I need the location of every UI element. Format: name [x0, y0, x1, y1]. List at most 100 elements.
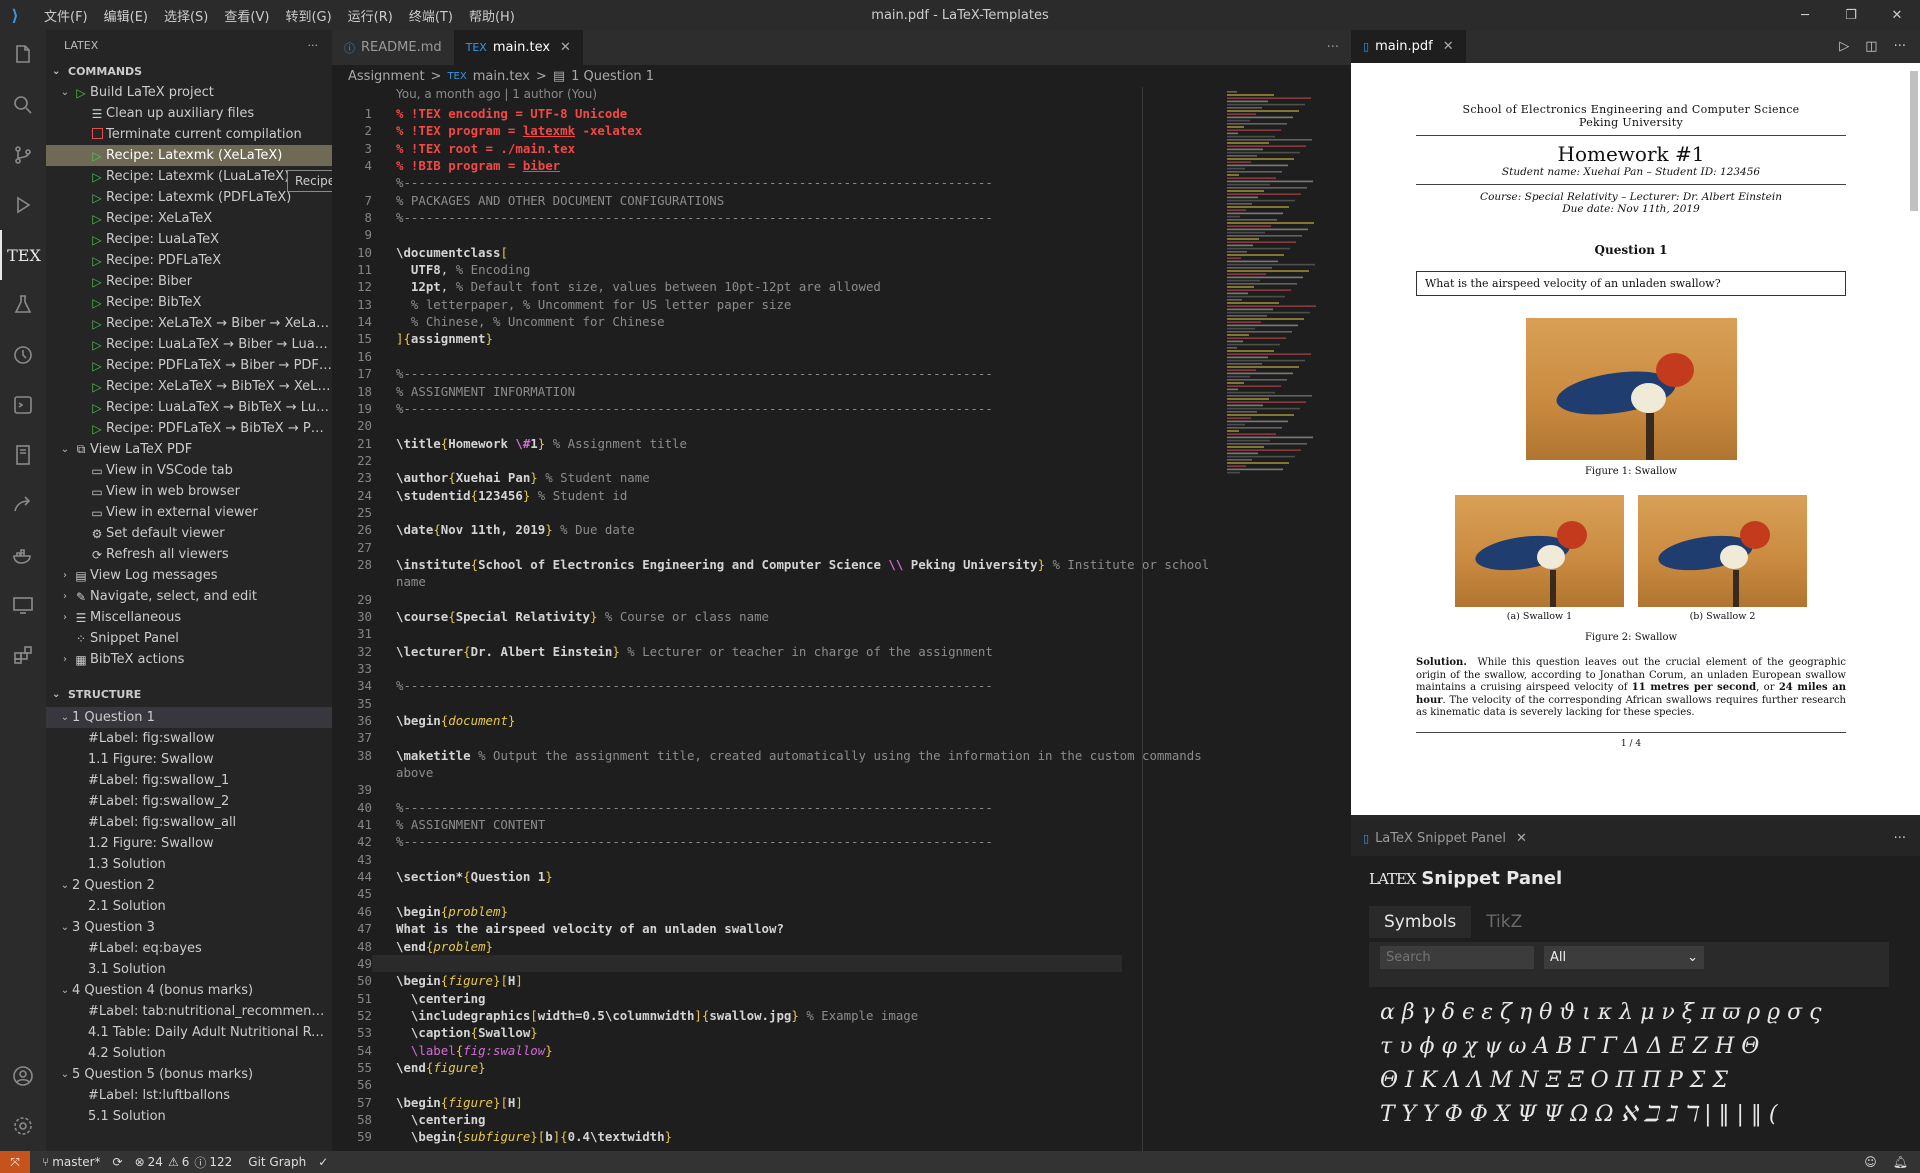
remote-explorer-icon[interactable] [0, 380, 46, 430]
code-line[interactable]: 29 [332, 591, 1351, 608]
build-item[interactable]: ▷ Recipe: Latexmk (XeLaTeX) [46, 145, 332, 166]
code-line[interactable]: 15]{assignment} [332, 330, 1351, 347]
code-line[interactable]: 11 UTF8, % Encoding [332, 261, 1351, 278]
build-latex-project[interactable]: ⌄ ▷ Build LaTeX project [46, 82, 332, 103]
code-line[interactable]: 1 % !TEX encoding = UTF-8 Unicode [332, 105, 1351, 122]
code-line[interactable]: 23 \author{Xuehai Pan} % Student name [332, 469, 1351, 486]
error-count[interactable]: 24 [148, 1155, 163, 1169]
code-line[interactable]: 50 \begin{figure}[H] [332, 972, 1351, 989]
editor-more-button[interactable]: ··· [1315, 30, 1351, 65]
pdf-scrollbar[interactable] [1910, 71, 1918, 211]
build-item[interactable]: ▷ Recipe: PDFLaTeX [46, 250, 332, 271]
pdf-viewer[interactable]: School of Electronics Engineering and Co… [1351, 63, 1920, 815]
structure-item[interactable]: ⌄ 2 Question 2 [46, 875, 332, 896]
code-line[interactable]: 39 [332, 781, 1351, 798]
command-group[interactable]: › ▦ BibTeX actions [46, 649, 332, 670]
code-line[interactable]: 4 % !BIB program = biber [332, 157, 1351, 174]
code-line[interactable]: 30 \course{Special Relativity} % Course o… [332, 608, 1351, 625]
code-line[interactable]: 38 \maketitle % Output the assignment tit… [332, 747, 1351, 764]
git-branch[interactable]: master* [52, 1155, 100, 1169]
code-line[interactable]: 41 % ASSIGNMENT CONTENT [332, 816, 1351, 833]
structure-item[interactable]: #Label: tab:nutritional_recommendations [46, 1001, 332, 1022]
commands-section-header[interactable]: ⌄ COMMANDS [46, 60, 332, 82]
info-count[interactable]: 122 [209, 1155, 232, 1169]
structure-item[interactable]: ⌄ 3 Question 3 [46, 917, 332, 938]
structure-item[interactable]: 4.1 Table: Daily Adult Nutritional Reco… [46, 1022, 332, 1043]
breadcrumb-file[interactable]: main.tex [473, 69, 530, 84]
build-item[interactable]: ▷ Recipe: XeLaTeX → BibTeX → XeLaT… [46, 376, 332, 397]
explorer-icon[interactable] [0, 30, 46, 80]
structure-item[interactable]: #Label: lst:luftballons [46, 1085, 332, 1106]
code-line[interactable]: name [332, 573, 1351, 590]
symbol-row[interactable]: α β γ δ ϵ ε ζ η θ ϑ ι κ λ μ ν ξ π ϖ ρ ϱ … [1380, 996, 1821, 1030]
tab-main-pdf[interactable]: ▯ main.pdf ✕ [1351, 30, 1466, 63]
category-select[interactable]: All ⌄ [1544, 946, 1704, 969]
code-line[interactable]: 51 \centering [332, 990, 1351, 1007]
structure-item[interactable]: 2.1 Solution [46, 896, 332, 917]
code-line[interactable]: 57 \begin{figure}[H] [332, 1094, 1351, 1111]
build-item[interactable]: ▷ Recipe: PDFLaTeX → BibTeX → PDFL… [46, 418, 332, 439]
code-line[interactable]: 17 %-------------------------------------… [332, 365, 1351, 382]
build-item[interactable]: ▷ Recipe: LuaLaTeX [46, 229, 332, 250]
code-line[interactable]: 31 [332, 625, 1351, 642]
code-line[interactable]: 43 [332, 851, 1351, 868]
code-line[interactable]: 35 [332, 695, 1351, 712]
code-line[interactable]: 53 \caption{Swallow} [332, 1024, 1351, 1041]
code-line[interactable]: 58 \centering [332, 1111, 1351, 1128]
command-group[interactable]: › ▤ View Log messages [46, 565, 332, 586]
warning-count[interactable]: 6 [182, 1155, 190, 1169]
tab-snippet-panel[interactable]: ▯ LaTeX Snippet Panel ✕ [1351, 821, 1539, 856]
run-icon[interactable]: ▷ [1839, 39, 1849, 54]
menu-terminal[interactable]: 终端(T) [401, 6, 461, 25]
menu-selection[interactable]: 选择(S) [156, 6, 216, 25]
build-item[interactable]: ▷ Recipe: BibTeX [46, 292, 332, 313]
tab-symbols[interactable]: Symbols [1369, 906, 1472, 938]
build-item[interactable]: Terminate current compilation [46, 124, 332, 145]
code-line[interactable]: 27 [332, 539, 1351, 556]
minimap[interactable] [1225, 87, 1340, 537]
symbol-row[interactable]: τ υ ϕ φ χ ψ ω A B Γ Γ Δ Δ E Z H Θ [1380, 1030, 1821, 1064]
command-group[interactable]: › ☰ Miscellaneous [46, 607, 332, 628]
code-line[interactable]: 48 \end{problem} [332, 938, 1351, 955]
menu-view[interactable]: 查看(V) [216, 6, 277, 25]
structure-item[interactable]: 1.2 Figure: Swallow [46, 833, 332, 854]
code-line[interactable]: 47 What is the airspeed velocity of an un… [332, 920, 1351, 937]
code-line[interactable]: 33 [332, 660, 1351, 677]
breadcrumb-symbol[interactable]: 1 Question 1 [571, 69, 654, 84]
structure-item[interactable]: 1.3 Solution [46, 854, 332, 875]
structure-item[interactable]: ⌄ 1 Question 1 [46, 707, 332, 728]
settings-gear-icon[interactable] [0, 1101, 46, 1151]
code-line[interactable]: 37 [332, 729, 1351, 746]
code-line[interactable]: 52 \includegraphics[width=0.5\columnwidt… [332, 1007, 1351, 1024]
code-line[interactable]: 22 [332, 452, 1351, 469]
code-line[interactable]: 18 % ASSIGNMENT INFORMATION [332, 383, 1351, 400]
remote-indicator-icon[interactable]: ⤧ [0, 1151, 30, 1173]
code-line[interactable]: 9 [332, 226, 1351, 243]
build-item[interactable]: ▷ Recipe: LuaLaTeX → Biber → LuaLaT… [46, 334, 332, 355]
code-line[interactable]: 46 \begin{problem} [332, 903, 1351, 920]
code-line[interactable]: 13 % letterpaper, % Uncomment for US let… [332, 296, 1351, 313]
menu-file[interactable]: 文件(F) [36, 6, 96, 25]
code-line[interactable]: 8 %--------------------------------------… [332, 209, 1351, 226]
restore-button[interactable]: ❐ [1828, 0, 1874, 30]
notifications-bell-icon[interactable]: 🔔︎ [1893, 1155, 1908, 1169]
source-control-icon[interactable] [0, 130, 46, 180]
code-line[interactable]: 19 %-------------------------------------… [332, 400, 1351, 417]
code-line[interactable]: 24 \studentid{123456} % Student id [332, 487, 1351, 504]
code-line[interactable]: 49 [332, 954, 1351, 973]
sidebar-more-button[interactable]: ··· [308, 39, 319, 52]
menu-help[interactable]: 帮助(H) [461, 6, 523, 25]
view-item[interactable]: ⟳ Refresh all viewers [46, 544, 332, 565]
feedback-icon[interactable]: ☺ [1864, 1155, 1877, 1169]
docker-icon[interactable] [0, 530, 46, 580]
view-item[interactable]: ⚙ Set default viewer [46, 523, 332, 544]
structure-item[interactable]: 4.2 Solution [46, 1043, 332, 1064]
code-line[interactable]: 10 \documentclass[ [332, 244, 1351, 261]
view-item[interactable]: ▭ View in VSCode tab [46, 460, 332, 481]
build-item[interactable]: ▷ Recipe: XeLaTeX → Biber → XeLaTe… [46, 313, 332, 334]
search-icon[interactable] [0, 80, 46, 130]
live-share-icon[interactable] [0, 480, 46, 530]
build-item[interactable]: ▷ Recipe: LuaLaTeX → BibTeX → LuaLa… [46, 397, 332, 418]
menu-edit[interactable]: 编辑(E) [96, 6, 156, 25]
code-line[interactable]: 20 [332, 417, 1351, 434]
